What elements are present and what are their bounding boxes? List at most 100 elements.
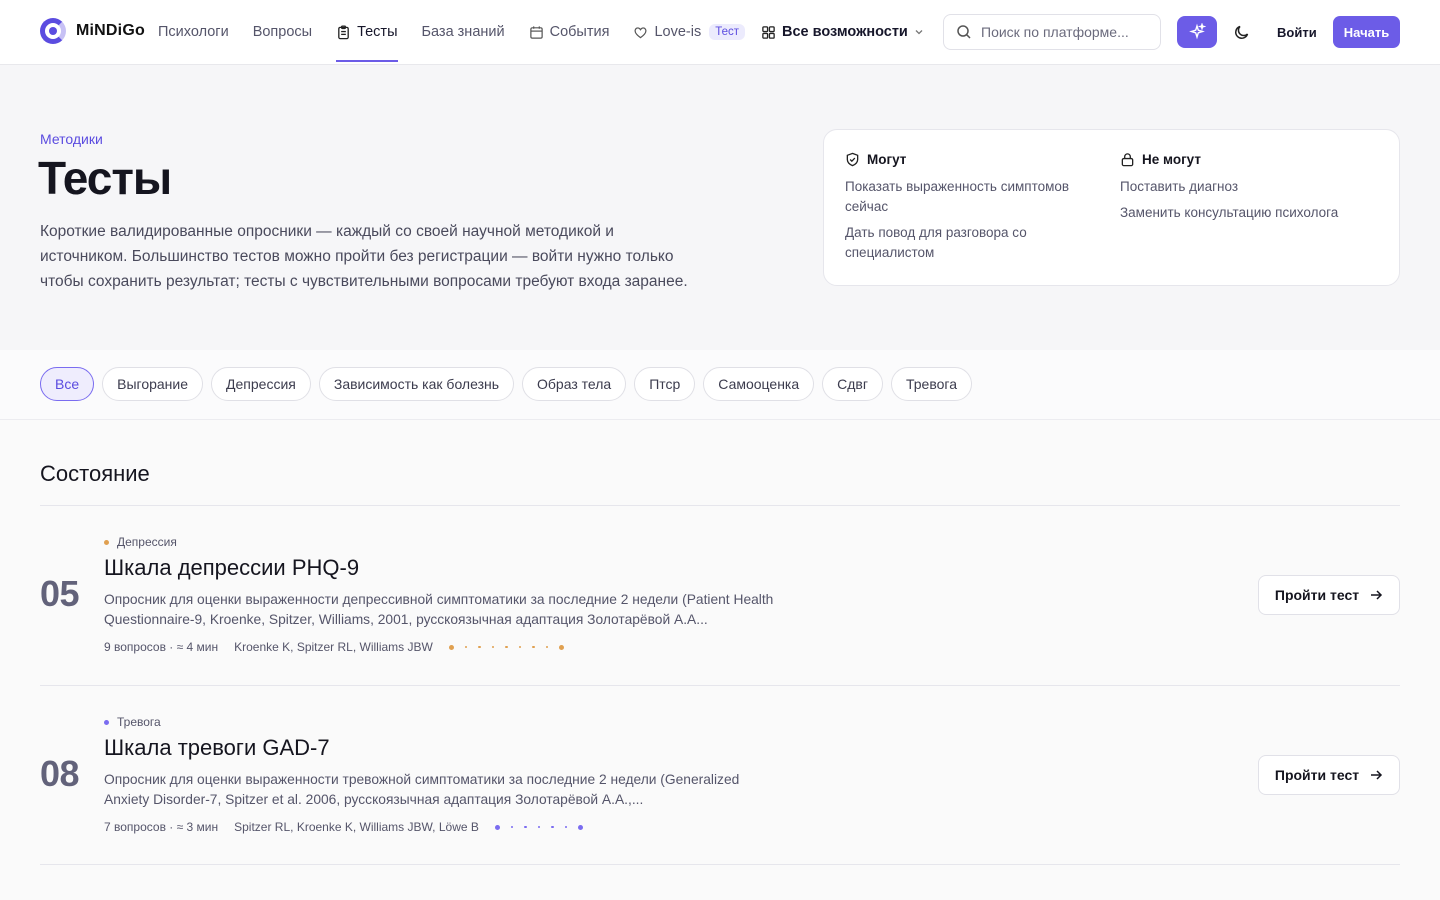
grid-icon <box>762 25 775 39</box>
lock-icon <box>1121 153 1134 167</box>
chevron-down-icon <box>915 30 923 35</box>
filter-chip-burnout[interactable]: Выгорание <box>102 367 204 401</box>
question-dot <box>464 645 468 649</box>
start-button[interactable]: Начать <box>1333 16 1400 48</box>
question-dot <box>532 645 535 649</box>
filter-chip-depression[interactable]: Депрессия <box>211 367 311 401</box>
test-description: Опросник для оценки выраженности тревожн… <box>104 772 740 807</box>
theme-toggle-button[interactable] <box>1228 18 1256 46</box>
filter-chip-all[interactable]: Все <box>40 367 95 401</box>
question-dot <box>559 644 565 650</box>
cannot-column: Не могут Поставить диагноз Заменить конс… <box>1120 152 1380 229</box>
question-dot <box>537 825 541 829</box>
question-dot <box>494 824 500 830</box>
filter-chip-adhd[interactable]: Сдвг <box>822 367 883 401</box>
nav-label: Все возможности <box>782 24 908 40</box>
question-dot <box>491 645 495 649</box>
search-icon <box>957 25 971 39</box>
test-badge: Тест <box>709 24 745 40</box>
test-description: Опросник для оценки выраженности депресс… <box>104 592 774 627</box>
moon-icon <box>1235 25 1249 39</box>
filter-chip-self-esteem[interactable]: Самооценка <box>703 367 815 401</box>
nav-label: Вопросы <box>252 24 313 40</box>
filter-chip-addiction[interactable]: Зависимость как болезнь <box>318 367 515 401</box>
cannot-heading: Не могут <box>1120 152 1380 167</box>
page-description: Короткие валидированные опросники — кажд… <box>40 223 688 290</box>
login-button[interactable]: Войти <box>1268 16 1326 48</box>
can-item: Показать выраженность симптомов сейчас <box>845 179 1070 214</box>
brand-logo[interactable]: MiNDiGo <box>40 18 145 44</box>
filter-chip-ptsd[interactable]: Птср <box>634 367 696 401</box>
filter-chips: Все Выгорание Депрессия Зависимость как … <box>40 367 972 401</box>
question-dot <box>518 645 522 649</box>
question-dot <box>505 645 508 649</box>
test-title[interactable]: Шкала тревоги GAD-7 <box>104 735 330 761</box>
nav-item-all-features[interactable]: Все возможности <box>761 0 924 64</box>
main-nav: Психологи Вопросы Тесты База знаний Собы… <box>158 0 948 64</box>
test-number: 08 <box>40 753 80 794</box>
category-dot <box>104 539 109 545</box>
question-dot <box>545 645 549 649</box>
nav-label: База знаний <box>421 24 505 40</box>
category-dot <box>104 719 109 725</box>
question-dot <box>510 825 514 829</box>
ai-assistant-button[interactable] <box>1177 16 1217 48</box>
cannot-item: Заменить консультацию психолога <box>1120 205 1339 220</box>
shield-check-icon <box>846 152 859 167</box>
heart-icon <box>634 26 647 38</box>
tests-list-section: Состояние 05 Депрессия Шкала депрессии P… <box>0 421 1440 900</box>
divider <box>40 864 1400 865</box>
nav-item-psychologists[interactable]: Психологи <box>158 0 229 64</box>
test-category: Тревога <box>104 715 161 729</box>
breadcrumb[interactable]: Методики <box>40 131 103 147</box>
question-dot <box>478 645 481 649</box>
question-dots <box>494 824 584 830</box>
test-duration: 7 вопросов · ≈ 3 мин <box>104 820 219 834</box>
filter-chip-body-image[interactable]: Образ тела <box>522 367 627 401</box>
filter-chip-anxiety[interactable]: Тревога <box>890 367 972 401</box>
search-box[interactable] <box>943 14 1161 50</box>
test-row: 05 Депрессия Шкала депрессии PHQ-9 Опрос… <box>40 535 1400 715</box>
question-dot <box>564 825 568 829</box>
test-category: Депрессия <box>104 535 177 549</box>
question-dot <box>524 825 527 829</box>
divider <box>40 685 1400 686</box>
tests-info-card: Могут Показать выраженность симптомов се… <box>823 129 1400 286</box>
take-test-button[interactable]: Пройти тест <box>1258 755 1400 795</box>
brand-name: MiNDiGo <box>76 22 145 39</box>
clipboard-icon <box>338 24 349 39</box>
sparkles-icon <box>1189 23 1206 40</box>
test-number: 05 <box>40 573 80 614</box>
nav-item-knowledge-base[interactable]: База знаний <box>422 0 505 64</box>
question-dots <box>448 644 565 650</box>
nav-label: Психологи <box>158 24 229 40</box>
nav-label: Тесты <box>357 24 398 40</box>
nav-item-events[interactable]: События <box>529 0 610 64</box>
nav-item-love-is[interactable]: Love-is Тест <box>633 0 745 64</box>
divider <box>40 505 1400 506</box>
button-label: Пройти тест <box>1274 767 1360 783</box>
nav-label: Love-is <box>654 24 702 40</box>
cannot-item: Поставить диагноз <box>1120 179 1239 194</box>
test-title[interactable]: Шкала депрессии PHQ-9 <box>104 555 359 581</box>
button-label: Пройти тест <box>1274 587 1360 603</box>
category-label: Тревога <box>117 715 161 729</box>
cannot-title: Не могут <box>1142 152 1201 167</box>
can-heading: Могут <box>845 152 1105 167</box>
logo-icon <box>40 18 66 44</box>
question-dot <box>448 644 454 650</box>
nav-label: События <box>549 24 610 40</box>
nav-item-questions[interactable]: Вопросы <box>253 0 312 64</box>
category-label: Депрессия <box>117 535 177 549</box>
test-authors: Kroenke K, Spitzer RL, Williams JBW <box>234 640 433 654</box>
nav-item-tests[interactable]: Тесты <box>336 0 398 64</box>
test-authors: Spitzer RL, Kroenke K, Williams JBW, Löw… <box>234 820 479 834</box>
calendar-icon <box>529 25 543 39</box>
page-title: Тесты <box>38 152 172 204</box>
filter-bar: Все Выгорание Депрессия Зависимость как … <box>0 350 1440 420</box>
hero-section: Методики Тесты Короткие валидированные о… <box>0 65 1440 350</box>
top-navigation-bar: MiNDiGo Психологи Вопросы Тесты База зна… <box>0 0 1440 65</box>
search-input[interactable] <box>981 24 1141 40</box>
test-meta: 7 вопросов · ≈ 3 мин Spitzer RL, Kroenke… <box>104 820 584 834</box>
take-test-button[interactable]: Пройти тест <box>1258 575 1400 615</box>
